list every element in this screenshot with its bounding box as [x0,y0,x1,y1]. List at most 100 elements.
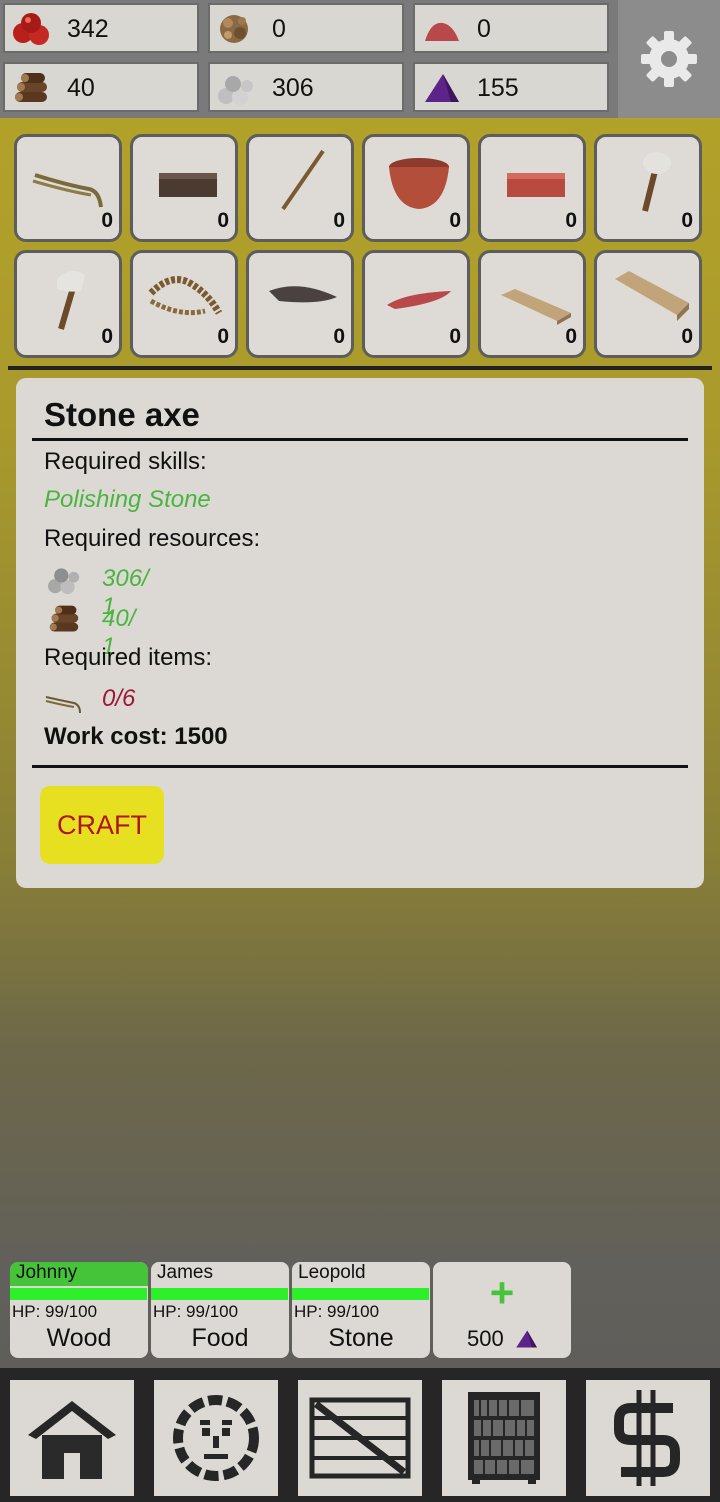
apples-count: 342 [67,15,109,43]
hire-worker-button[interactable]: + 500 [433,1262,571,1358]
item-slot-stone-blade[interactable]: 0 [246,250,354,358]
required-skills-label: Required skills: [44,448,207,475]
worker-job: Wood [46,1324,112,1352]
nav-workers-button[interactable] [154,1380,278,1496]
gear-icon [641,31,697,87]
rope-requirement: 0/6 [102,685,136,712]
bowl-icon [389,158,449,209]
worker-hp: HP: 99/100 [294,1302,380,1321]
herbs-icon [220,15,248,43]
required-items-label: Required items: [44,644,213,671]
wood-count: 40 [67,74,95,102]
stone-hammer-icon [642,152,671,212]
craft-button[interactable]: CRAFT [40,786,164,864]
item-count: 0 [449,325,461,348]
brick-icon [159,173,217,197]
worker-job: Food [191,1324,249,1352]
plus-icon: + [489,1269,515,1316]
item-count: 0 [565,209,577,232]
nav-library-button[interactable] [442,1380,566,1496]
hp-bar [292,1288,429,1300]
item-slot-rope[interactable]: 0 [14,134,122,242]
herbs-count: 0 [272,15,286,43]
resource-herbs: 0 [208,3,404,53]
item-count: 0 [449,209,461,232]
thick-rope-icon [148,276,223,316]
wood-logs-icon [49,605,79,632]
item-slot-clay-slab[interactable]: 0 [362,250,470,358]
item-count: 0 [101,209,113,232]
item-slot-thick-rope[interactable]: 0 [130,250,238,358]
recipe-title: Stone axe [44,396,200,433]
resource-clay: 0 [413,3,609,53]
stones-icon [48,568,80,595]
item-slot-clay-brick[interactable]: 0 [478,134,586,242]
item-count: 0 [681,325,693,348]
face-icon [173,1395,259,1481]
item-count: 0 [217,325,229,348]
bookshelf-icon [468,1392,540,1484]
hp-bar [151,1288,288,1300]
worker-card-james[interactable]: James HP: 99/100 Food [151,1262,289,1358]
required-skill: Polishing Stone [44,486,211,513]
apples-icon [13,13,49,45]
item-count: 0 [101,325,113,348]
item-slot-brick[interactable]: 0 [130,134,238,242]
resource-wood: 40 [3,62,199,112]
item-count: 0 [333,209,345,232]
stones-icon [218,76,253,105]
worker-hp: HP: 99/100 [12,1302,98,1321]
item-count: 0 [565,325,577,348]
resource-stone: 306 [208,62,404,112]
stone-count: 306 [272,74,314,102]
item-slot-board[interactable]: 0 [594,250,702,358]
item-slot-stick[interactable]: 0 [246,134,354,242]
stone-blade-icon [269,286,337,303]
worker-card-leopold[interactable]: Leopold HP: 99/100 Stone [292,1262,430,1358]
required-resources-label: Required resources: [44,525,261,552]
clay-count: 0 [477,15,491,43]
board-icon [615,271,689,321]
stick-icon [281,149,325,211]
bottom-divider [32,765,688,768]
clay-slab-icon [387,291,451,309]
crystal-count: 155 [477,74,519,102]
hp-bar [10,1288,147,1300]
resource-crystal: 155 [413,62,609,112]
item-slot-stone-axe[interactable]: 0 [14,250,122,358]
hire-cost: 500 [467,1326,504,1351]
plank-icon [501,289,571,325]
resource-apples: 342 [3,3,199,53]
item-count: 0 [333,325,345,348]
dollar-icon [614,1390,680,1486]
worker-hp: HP: 99/100 [153,1302,239,1321]
purple-crystal-icon [425,74,459,102]
stone-axe-icon [57,270,85,330]
worker-job: Stone [328,1324,394,1352]
nav-storage-button[interactable] [298,1380,422,1496]
purple-crystal-icon [516,1330,537,1348]
rope-icon [32,173,103,208]
worker-name: Leopold [298,1262,366,1283]
worker-name: Johnny [10,1262,148,1286]
item-count: 0 [217,209,229,232]
clay-icon [425,22,459,41]
item-count: 0 [681,209,693,232]
item-slot-stone-hammer[interactable]: 0 [594,134,702,242]
house-icon [28,1401,116,1479]
nav-home-button[interactable] [10,1380,134,1496]
settings-button[interactable] [618,0,720,118]
rope-icon [45,696,81,714]
recipe-panel: Stone axe Required skills: Polishing Sto… [16,378,704,888]
worker-card-johnny[interactable]: Johnny HP: 99/100 Wood [10,1262,148,1358]
nav-shop-button[interactable] [586,1380,710,1496]
title-divider [32,438,688,441]
grid-divider [8,366,712,370]
item-slot-bowl[interactable]: 0 [362,134,470,242]
clay-brick-icon [507,173,565,197]
worker-name: James [157,1262,213,1283]
crate-icon [309,1397,411,1479]
item-slot-plank[interactable]: 0 [478,250,586,358]
wood-logs-icon [15,73,47,102]
work-cost: Work cost: 1500 [44,723,228,750]
